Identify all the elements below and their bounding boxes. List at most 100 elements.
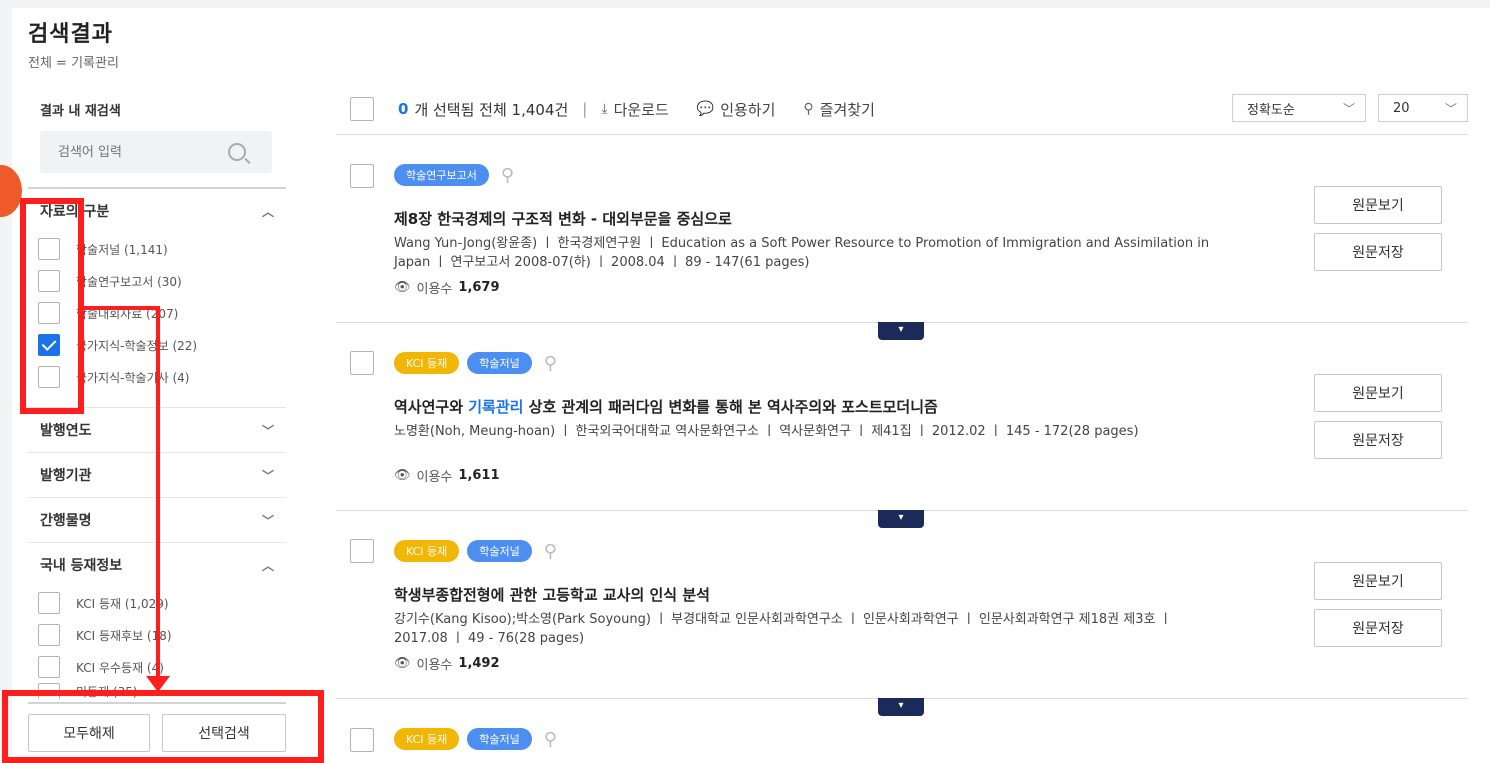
usage-label: 이용수 bbox=[416, 470, 453, 485]
filter-group-title: 간행물명 bbox=[40, 513, 92, 529]
title-text: 학생부종합전형에 관한 고등학교 교사의 인식 분석 bbox=[394, 586, 710, 604]
result-meta: 강기수(Kang Kisoo);박소영(Park Soyoung) ㅣ 부경대학… bbox=[394, 612, 1172, 646]
usage-count: 👁 이용수 1,679 bbox=[394, 278, 500, 297]
page-size-value: 20 bbox=[1393, 100, 1410, 116]
type-badge: 학술저널 bbox=[467, 540, 532, 562]
type-badge: 학술연구보고서 bbox=[394, 164, 489, 186]
kci-badge: KCI 등재 bbox=[394, 540, 460, 562]
usage-label: 이용수 bbox=[416, 282, 453, 297]
view-original-button[interactable]: 원문보기 bbox=[1314, 374, 1442, 412]
page-size-select[interactable]: 20 ﹀ bbox=[1378, 94, 1468, 122]
annotation-box-checkboxes bbox=[20, 198, 84, 414]
download-icon: ⤓ bbox=[601, 101, 608, 117]
type-badge: 학술저널 bbox=[467, 352, 532, 374]
usage-value: 1,611 bbox=[458, 468, 500, 483]
chevron-up-icon[interactable]: ︿ bbox=[262, 557, 274, 574]
selected-count: 0 bbox=[398, 100, 409, 118]
annotation-arrow bbox=[80, 306, 160, 310]
quote-icon: 💬 bbox=[696, 101, 715, 117]
title-text: 상호 관계의 패러다임 변화를 통해 본 역사주의와 포스트모더니즘 bbox=[523, 398, 938, 416]
title-text: 역사연구와 bbox=[394, 398, 469, 416]
result-checkbox[interactable] bbox=[350, 351, 374, 375]
filter-checkbox[interactable] bbox=[38, 592, 60, 614]
favorite-button[interactable]: ⚲ 즐겨찾기 bbox=[803, 99, 874, 120]
filter-group-title: 국내 등재정보 bbox=[40, 558, 123, 574]
pin-icon[interactable]: ⚲ bbox=[544, 541, 557, 562]
title-text: 제8장 한국경제의 구조적 변화 - 대외부문을 중심으로 bbox=[394, 210, 732, 228]
filter-option-label: KCI 우수등재 (4) bbox=[76, 660, 164, 675]
usage-value: 1,679 bbox=[458, 280, 500, 295]
research-label: 결과 내 재검색 bbox=[40, 104, 121, 119]
result-title[interactable]: 역사연구와 기록관리 상호 관계의 패러다임 변화를 통해 본 역사주의와 포스… bbox=[394, 396, 938, 417]
pin-icon: ⚲ bbox=[803, 101, 814, 117]
pin-icon[interactable]: ⚲ bbox=[544, 353, 557, 374]
research-box bbox=[40, 131, 272, 173]
filter-checkbox[interactable] bbox=[38, 656, 60, 678]
filter-checkbox[interactable] bbox=[38, 624, 60, 646]
sort-value: 정확도순 bbox=[1247, 102, 1295, 118]
chevron-down-icon: ﹀ bbox=[1342, 101, 1355, 116]
breadcrumb: 전체 = 기록관리 bbox=[28, 56, 119, 71]
eye-icon: 👁 bbox=[394, 468, 411, 483]
page-title: 검색결과 bbox=[28, 22, 113, 47]
filter-group-title: 발행기관 bbox=[40, 468, 92, 484]
favorite-label: 즐겨찾기 bbox=[819, 100, 875, 119]
filter-option-label: 학술저널 (1,141) bbox=[76, 242, 168, 257]
eye-icon: 👁 bbox=[394, 656, 411, 671]
annotation-arrow bbox=[156, 306, 160, 678]
selected-summary: 개 선택됨 전체 1,404건 bbox=[414, 100, 569, 119]
chevron-down-icon: ﹀ bbox=[1444, 101, 1457, 116]
result-checkbox[interactable] bbox=[350, 728, 374, 752]
type-badge: 학술저널 bbox=[467, 728, 532, 750]
usage-value: 1,492 bbox=[458, 656, 500, 671]
save-original-button[interactable]: 원문저장 bbox=[1314, 609, 1442, 647]
chevron-down-icon[interactable]: ﹀ bbox=[262, 512, 274, 529]
select-all-checkbox[interactable] bbox=[350, 97, 374, 121]
result-meta: Wang Yun-Jong(왕윤종) ㅣ 한국경제연구원 ㅣ Education… bbox=[394, 236, 1210, 270]
save-original-button[interactable]: 원문저장 bbox=[1314, 233, 1442, 271]
cite-label: 인용하기 bbox=[720, 100, 776, 119]
save-original-button[interactable]: 원문저장 bbox=[1314, 421, 1442, 459]
pin-icon[interactable]: ⚲ bbox=[501, 165, 514, 186]
divider bbox=[336, 134, 1468, 135]
usage-count: 👁 이용수 1,611 bbox=[394, 466, 500, 485]
filter-option-label: 학술연구보고서 (30) bbox=[76, 274, 182, 289]
badge-row: KCI 등재 학술저널 ⚲ bbox=[394, 352, 557, 374]
kci-badge: KCI 등재 bbox=[394, 352, 460, 374]
chevron-down-icon[interactable]: ﹀ bbox=[262, 467, 274, 484]
result-item: KCI 등재 학술저널 ⚲ bbox=[336, 700, 1468, 763]
result-checkbox[interactable] bbox=[350, 164, 374, 188]
result-item: 학술연구보고서 ⚲ 제8장 한국경제의 구조적 변화 - 대외부문을 중심으로 … bbox=[336, 136, 1468, 322]
filter-option-label: KCI 등재 (1,029) bbox=[76, 596, 169, 611]
result-item: KCI 등재 학술저널 ⚲ 학생부종합전형에 관한 고등학교 교사의 인식 분석… bbox=[336, 512, 1468, 698]
download-button[interactable]: ⤓ 다운로드 bbox=[601, 99, 668, 120]
sort-select[interactable]: 정확도순 ﹀ bbox=[1232, 94, 1366, 122]
pin-icon[interactable]: ⚲ bbox=[544, 729, 557, 750]
kci-badge: KCI 등재 bbox=[394, 728, 460, 750]
eye-icon: 👁 bbox=[394, 280, 411, 295]
search-icon[interactable] bbox=[228, 143, 246, 161]
download-label: 다운로드 bbox=[613, 100, 669, 119]
separator: | bbox=[582, 100, 588, 118]
chevron-down-icon[interactable]: ﹀ bbox=[262, 422, 274, 439]
chevron-up-icon[interactable]: ︿ bbox=[262, 203, 274, 220]
badge-row: KCI 등재 학술저널 ⚲ bbox=[394, 540, 557, 562]
result-meta: 노명환(Noh, Meung-hoan) ㅣ 한국외국어대학교 역사문화연구소 … bbox=[394, 424, 1139, 439]
filter-group-title: 발행연도 bbox=[40, 423, 92, 439]
annotation-box-buttons bbox=[2, 690, 324, 763]
badge-row: KCI 등재 학술저널 ⚲ bbox=[394, 728, 557, 750]
usage-count: 👁 이용수 1,492 bbox=[394, 654, 500, 673]
cite-button[interactable]: 💬 인용하기 bbox=[697, 99, 776, 120]
view-original-button[interactable]: 원문보기 bbox=[1314, 562, 1442, 600]
view-original-button[interactable]: 원문보기 bbox=[1314, 186, 1442, 224]
result-checkbox[interactable] bbox=[350, 539, 374, 563]
usage-label: 이용수 bbox=[416, 658, 453, 673]
result-item: KCI 등재 학술저널 ⚲ 역사연구와 기록관리 상호 관계의 패러다임 변화를… bbox=[336, 324, 1468, 510]
result-title[interactable]: 제8장 한국경제의 구조적 변화 - 대외부문을 중심으로 bbox=[394, 208, 732, 229]
title-highlight: 기록관리 bbox=[468, 398, 524, 416]
badge-row: 학술연구보고서 ⚲ bbox=[394, 164, 514, 186]
research-input[interactable] bbox=[40, 131, 240, 173]
filter-option-label: 국가지식-학술기사 (4) bbox=[76, 370, 190, 385]
filter-option-label: 국가지식-학술정보 (22) bbox=[76, 338, 198, 353]
result-title[interactable]: 학생부종합전형에 관한 고등학교 교사의 인식 분석 bbox=[394, 584, 710, 605]
